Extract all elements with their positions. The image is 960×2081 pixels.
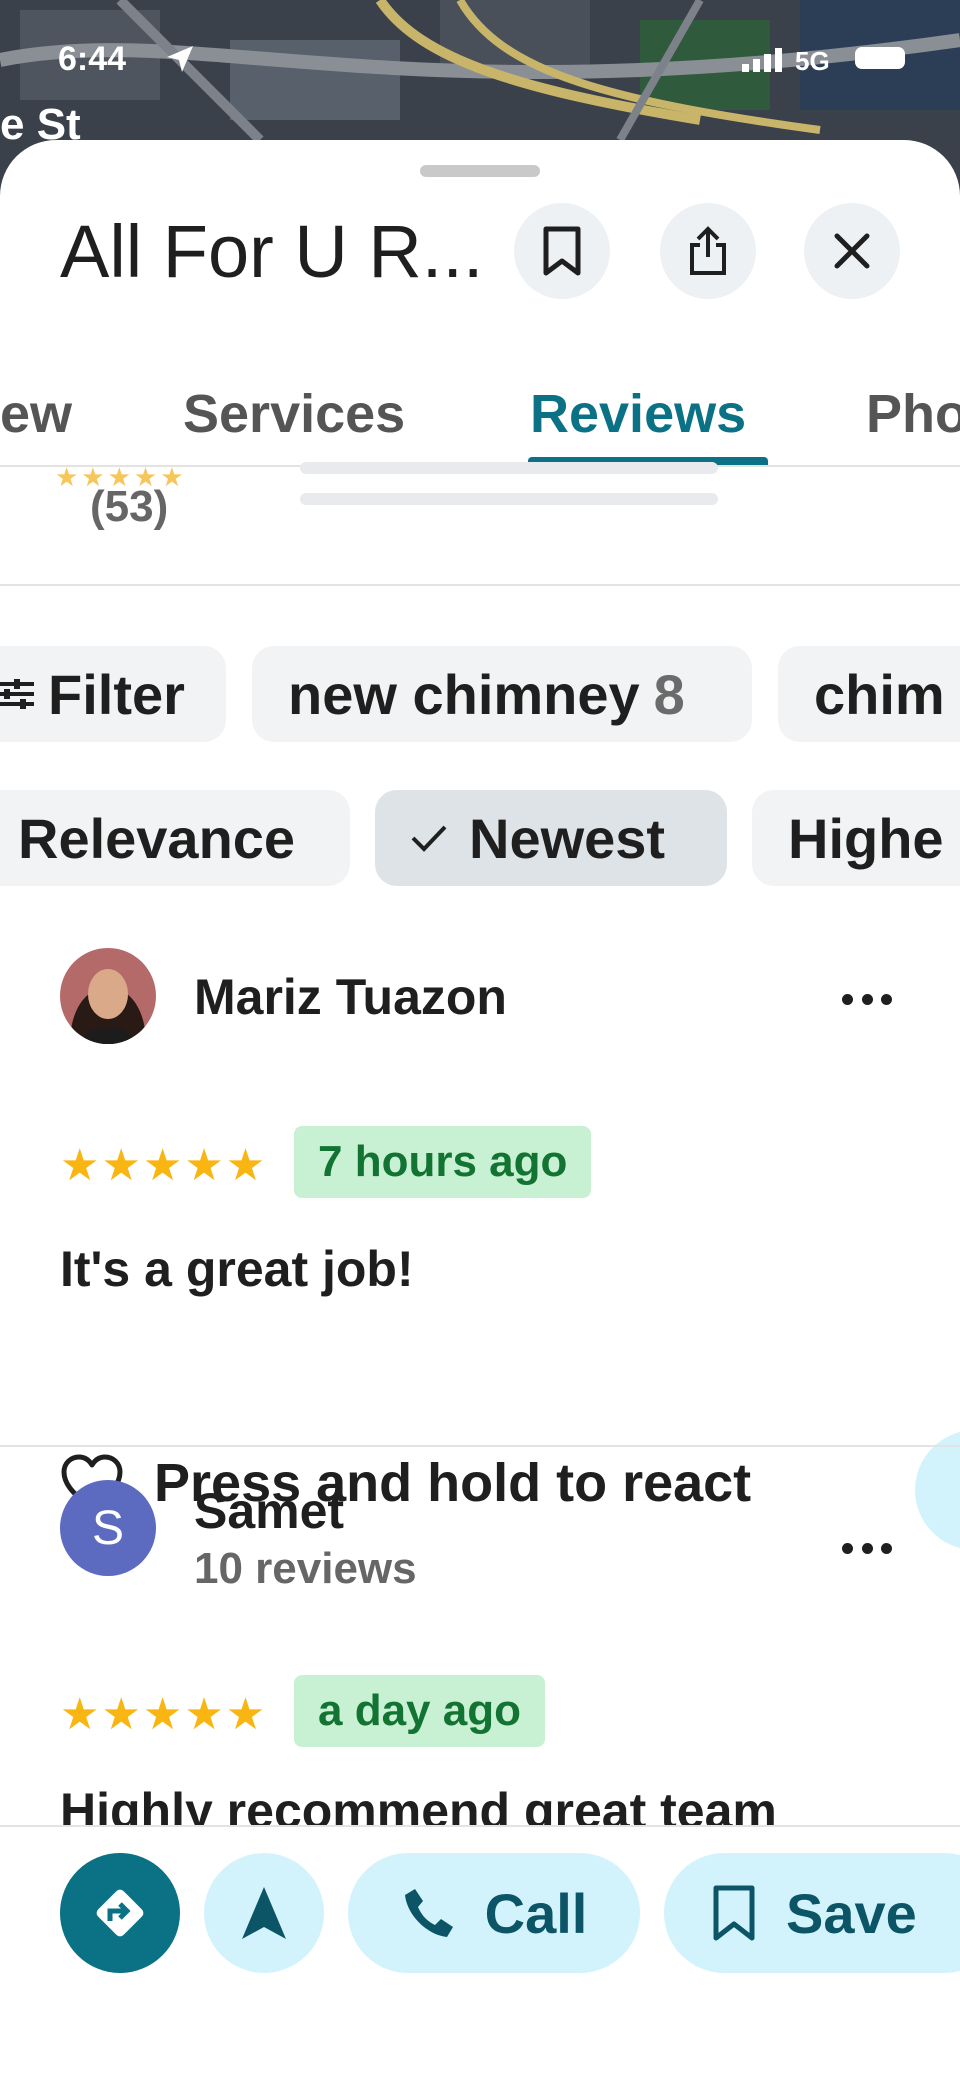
bottom-action-bar: Call Save — [0, 1825, 960, 2081]
signal-icon — [742, 48, 782, 72]
tab-overview[interactable]: ew — [0, 383, 72, 445]
status-bar: 6:44 5G — [0, 0, 960, 120]
section-divider — [0, 584, 960, 586]
review-time-badge: a day ago — [294, 1675, 545, 1747]
bookmark-icon — [713, 1885, 755, 1941]
battery-icon — [855, 47, 905, 69]
reviewer-review-count: 10 reviews — [194, 1544, 417, 1593]
start-navigation-button[interactable] — [204, 1853, 324, 1973]
status-time: 6:44 — [58, 40, 127, 78]
reviewer-avatar[interactable] — [60, 948, 156, 1044]
review-stars: ★★★★★ — [60, 1690, 268, 1739]
place-sheet: All For U R... ew Services Reviews Pho ★… — [0, 140, 960, 2079]
react-button[interactable]: Press and hold to react — [60, 1452, 751, 1514]
checkmark-icon — [411, 825, 447, 852]
share-icon — [690, 226, 726, 275]
location-arrow-icon — [167, 46, 193, 72]
filter-icon — [0, 679, 34, 709]
filter-chip-label: Filter — [48, 662, 185, 726]
filter-chip[interactable]: Filter — [0, 646, 226, 742]
sort-chip-label: Newest — [469, 806, 666, 870]
save-place-button[interactable] — [514, 203, 610, 299]
tab-reviews[interactable]: Reviews — [530, 383, 746, 445]
call-button[interactable]: Call — [348, 1853, 640, 1973]
topic-chip-label: chim — [814, 662, 945, 726]
rating-bar — [300, 493, 718, 505]
call-label: Call — [484, 1881, 588, 1945]
reviewer-name[interactable]: Mariz Tuazon — [194, 968, 507, 1026]
reply-button[interactable] — [915, 1430, 960, 1550]
save-button[interactable]: Save — [664, 1853, 960, 1973]
place-title: All For U R... — [60, 210, 484, 293]
bookmark-icon — [543, 226, 581, 276]
review-divider — [0, 1445, 960, 1447]
review-more-options-icon[interactable] — [842, 1543, 892, 1555]
review-stars: ★★★★★ — [60, 1141, 268, 1190]
reviewer-avatar[interactable]: S — [60, 1480, 156, 1576]
close-button[interactable] — [804, 203, 900, 299]
sort-chip-label: Highe — [788, 806, 944, 870]
phone-icon — [404, 1889, 453, 1937]
save-label: Save — [786, 1881, 917, 1945]
tab-services[interactable]: Services — [183, 383, 405, 445]
directions-icon — [96, 1889, 144, 1937]
sort-chip-relevance[interactable]: Relevance — [0, 790, 350, 886]
topic-chip-count: 8 — [653, 662, 685, 726]
rating-bar — [300, 462, 718, 474]
review-time-badge: 7 hours ago — [294, 1126, 592, 1198]
review-text: It's a great job! — [60, 1241, 414, 1297]
rating-count: (53) — [90, 482, 169, 531]
topic-chip-new-chimney[interactable]: new chimney 8 — [252, 646, 752, 742]
directions-button[interactable] — [60, 1853, 180, 1973]
close-icon — [834, 233, 870, 269]
navigation-arrow-icon — [242, 1887, 286, 1939]
topic-chip-chimney[interactable]: chim — [778, 646, 960, 742]
sheet-drag-handle[interactable] — [420, 165, 540, 177]
place-tabs: ew Services Reviews Pho — [0, 345, 960, 467]
sort-chip-highest[interactable]: Highe — [752, 790, 960, 886]
sort-chip-newest[interactable]: Newest — [375, 790, 727, 886]
reviewer-name[interactable]: Samet — [194, 1482, 344, 1540]
tab-photos[interactable]: Pho — [866, 383, 960, 445]
review-more-options-icon[interactable] — [842, 994, 892, 1006]
network-type: 5G — [795, 46, 830, 76]
share-button[interactable] — [660, 203, 756, 299]
topic-chip-label: new chimney — [288, 662, 640, 726]
reviewer-photo — [60, 948, 156, 1044]
sort-chip-label: Relevance — [18, 806, 296, 870]
